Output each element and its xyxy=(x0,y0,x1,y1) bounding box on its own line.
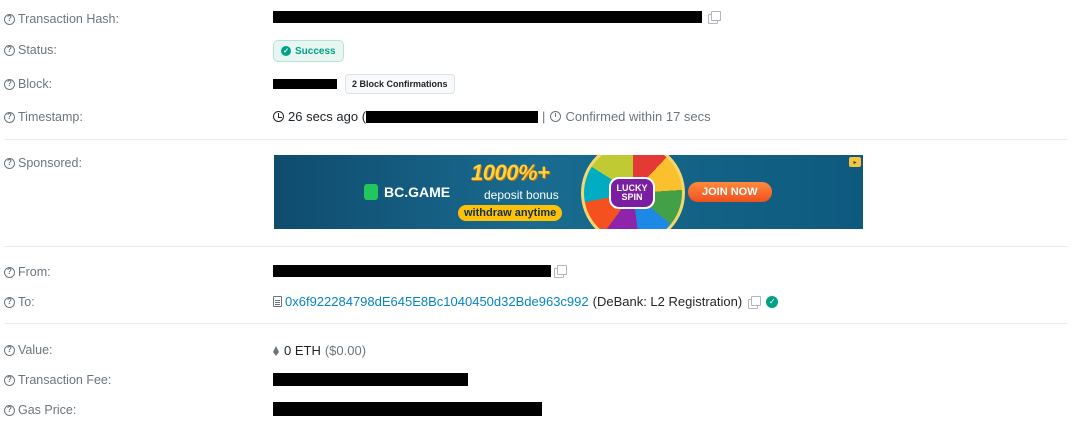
value-value: 0 ETH ($0.00) xyxy=(273,343,366,358)
value-amount: 0 ETH xyxy=(284,343,321,358)
question-circle-icon: ? xyxy=(4,296,15,308)
question-circle-icon: ? xyxy=(4,13,15,25)
verified-check-icon: ✓ xyxy=(766,295,779,308)
brand-logo-icon xyxy=(364,184,378,200)
status-badge: ✓ Success xyxy=(273,40,344,62)
redacted-gas-price xyxy=(273,402,542,416)
from-row: ? From: xyxy=(0,263,1080,281)
question-circle-icon: ? xyxy=(4,266,15,278)
redacted-tx-hash xyxy=(273,11,702,23)
status-row: ? Status: ✓ Success xyxy=(0,40,1080,64)
divider xyxy=(4,323,1068,324)
lucky-spin-badge: LUCKY SPIN xyxy=(609,177,655,209)
copy-icon[interactable] xyxy=(708,11,721,24)
from-label: ? From: xyxy=(4,265,51,279)
ad-tag: withdraw anytime xyxy=(458,205,563,221)
clock-icon xyxy=(273,111,284,122)
question-circle-icon: ? xyxy=(4,111,15,123)
sponsored-label: ? Sponsored: xyxy=(4,156,82,170)
file-contract-icon xyxy=(273,296,282,307)
tx-hash-value xyxy=(273,11,721,24)
question-circle-icon: ? xyxy=(4,404,15,416)
confirmed-within: Confirmed within 17 secs xyxy=(565,109,711,124)
gas-price-value xyxy=(273,402,542,416)
redacted-timestamp xyxy=(366,110,539,123)
value-row: ? Value: 0 ETH ($0.00) xyxy=(0,341,1080,359)
timestamp-row: ? Timestamp: 26 secs ago ( | Confirmed w… xyxy=(0,108,1080,126)
divider xyxy=(4,246,1068,247)
redacted-from-address xyxy=(273,265,551,277)
fee-row: ? Transaction Fee: xyxy=(0,371,1080,389)
block-row: ? Block: 2 Block Confirmations xyxy=(0,74,1080,96)
status-value: ✓ Success xyxy=(273,40,344,62)
to-contract-name: (DeBank: L2 Registration) xyxy=(592,294,743,309)
tx-hash-row: ? Transaction Hash: xyxy=(0,9,1080,27)
fee-value xyxy=(273,373,468,386)
question-circle-icon: ? xyxy=(4,374,15,386)
from-value xyxy=(273,265,567,278)
to-address-link[interactable]: 0x6f922284798dE645E8Bc1040450d32Bde963c9… xyxy=(285,294,589,309)
block-label: ? Block: xyxy=(4,77,52,91)
timestamp-value: 26 secs ago ( | Confirmed within 17 secs xyxy=(273,109,711,124)
divider xyxy=(4,139,1068,140)
ad-brand-logo: BC.GAME xyxy=(364,184,450,200)
question-circle-icon: ? xyxy=(4,157,15,169)
gas-price-row: ? Gas Price: xyxy=(0,401,1080,419)
ad-headline: 1000%+ xyxy=(471,160,550,185)
question-circle-icon: ? xyxy=(4,344,15,356)
question-circle-icon: ? xyxy=(4,78,15,90)
timestamp-separator: | xyxy=(542,109,546,124)
gas-price-label: ? Gas Price: xyxy=(4,403,76,417)
redacted-fee xyxy=(273,373,468,386)
copy-icon[interactable] xyxy=(554,265,567,278)
sponsored-ad-banner[interactable]: BC.GAME 1000%+ deposit bonus withdraw an… xyxy=(274,155,863,229)
block-confirmations-badge: 2 Block Confirmations xyxy=(345,74,455,94)
tx-hash-label: ? Transaction Hash: xyxy=(4,12,119,26)
timestamp-ago: 26 secs ago ( xyxy=(288,109,367,124)
ethereum-icon xyxy=(273,345,280,356)
check-circle-icon: ✓ xyxy=(281,46,291,56)
fee-label: ? Transaction Fee: xyxy=(4,373,111,387)
stopwatch-icon xyxy=(550,111,562,122)
copy-icon[interactable] xyxy=(748,295,762,309)
status-label: ? Status: xyxy=(4,43,57,57)
to-label: ? To: xyxy=(4,295,35,309)
value-label: ? Value: xyxy=(4,343,53,357)
value-usd: ($0.00) xyxy=(324,343,367,358)
join-now-button[interactable]: JOIN NOW xyxy=(688,182,772,202)
block-value: 2 Block Confirmations xyxy=(273,74,455,94)
redacted-block-number xyxy=(273,79,337,89)
question-circle-icon: ? xyxy=(4,44,15,56)
timestamp-label: ? Timestamp: xyxy=(4,110,83,124)
to-row: ? To: 0x6f922284798dE645E8Bc1040450d32Bd… xyxy=(0,293,1080,311)
ad-subline: deposit bonus xyxy=(484,188,559,202)
ad-choices-icon[interactable]: ▸ xyxy=(849,157,861,167)
to-value: 0x6f922284798dE645E8Bc1040450d32Bde963c9… xyxy=(273,294,779,309)
